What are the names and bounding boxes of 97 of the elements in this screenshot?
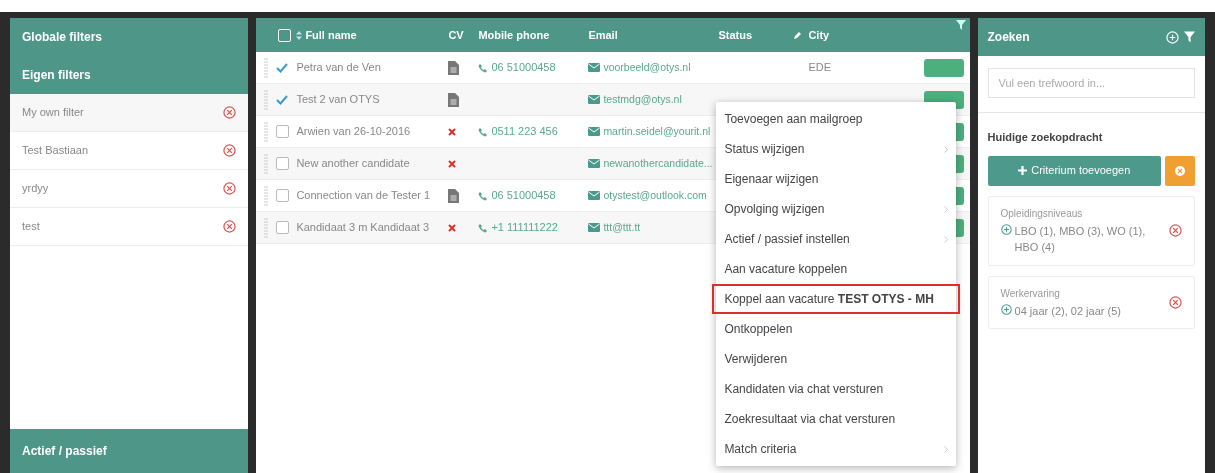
- status-tag[interactable]: [923, 58, 964, 77]
- menu-item[interactable]: Zoekresultaat via chat versturen: [716, 404, 957, 434]
- menu-item[interactable]: Match criteria: [716, 434, 957, 464]
- chevron-icon: [944, 235, 949, 243]
- criterion-value: 04 jaar (2), 02 jaar (5): [1014, 303, 1121, 319]
- menu-item[interactable]: Status wijzigen: [716, 134, 957, 164]
- filter-item[interactable]: My own filter: [22, 104, 84, 121]
- table-cell: New another candidate: [296, 157, 410, 170]
- chevron-icon: [944, 145, 949, 153]
- menu-item[interactable]: Aan vacature koppelen: [716, 254, 957, 284]
- column-header[interactable]: Email: [588, 28, 618, 41]
- add-criterion-button[interactable]: Criterium toevoegen: [987, 155, 1161, 186]
- checkmark-icon[interactable]: [276, 62, 289, 73]
- remove-icon[interactable]: [223, 182, 237, 195]
- criterion-label: Werkervaring: [1000, 286, 1061, 301]
- plus-icon: [1018, 166, 1028, 175]
- chevron-icon: [944, 445, 949, 453]
- row-checkbox[interactable]: [276, 189, 290, 202]
- column-header[interactable]: CV: [448, 28, 464, 41]
- menu-item[interactable]: Ontkoppelen: [716, 314, 957, 344]
- document-icon[interactable]: [448, 60, 460, 75]
- clear-button[interactable]: [1165, 155, 1195, 186]
- plus-circle-icon: [1000, 223, 1012, 235]
- drag-handle-icon[interactable]: [264, 121, 269, 142]
- column-header[interactable]: Mobile phone: [478, 28, 550, 41]
- menu-item[interactable]: Eigenaar wijzigen: [716, 164, 957, 194]
- filter-icon[interactable]: [1184, 31, 1195, 43]
- menu-item[interactable]: Kandidaten via chat versturen: [716, 374, 957, 404]
- cross-icon: [448, 127, 457, 136]
- remove-icon[interactable]: [1169, 224, 1182, 237]
- table-cell-text: newanothercandidate...: [603, 155, 713, 171]
- remove-icon[interactable]: [223, 220, 237, 233]
- criterion-value: LBO (1), MBO (3), WO (1), HBO (4): [1014, 223, 1147, 255]
- table-cell: Test 2 van OTYS: [296, 93, 380, 106]
- panel-header[interactable]: Eigen filters: [10, 56, 249, 94]
- row-checkbox[interactable]: [276, 157, 290, 170]
- close-icon: [1175, 165, 1185, 176]
- phone-icon: [478, 126, 489, 137]
- sort-icon[interactable]: [296, 30, 303, 40]
- column-header[interactable]: Full name: [305, 26, 357, 44]
- remove-icon[interactable]: [223, 106, 237, 119]
- panel-header[interactable]: Globale filters: [10, 18, 249, 56]
- table-cell-text: 06 51000458: [491, 60, 556, 76]
- chevron-icon: [944, 205, 949, 213]
- envelope-icon: [588, 223, 601, 232]
- select-all-checkbox[interactable]: [278, 28, 292, 42]
- criterion-label: Opleidingsniveaus: [1000, 206, 1084, 221]
- filter-item[interactable]: test: [22, 218, 40, 235]
- cross-icon: [448, 223, 457, 232]
- table-cell: Arwien van 26-10-2016: [296, 125, 411, 138]
- phone-icon: [478, 222, 489, 233]
- table-cell-text: voorbeeld@otys.nl: [603, 59, 691, 75]
- remove-icon[interactable]: [1169, 295, 1182, 309]
- panel-footer[interactable]: Actief / passief: [10, 429, 249, 473]
- table-cell-text: 0511 223 456: [491, 124, 558, 140]
- row-checkbox[interactable]: [276, 221, 290, 234]
- document-icon[interactable]: [448, 92, 460, 107]
- filter-icon[interactable]: [955, 20, 966, 30]
- search-field[interactable]: Vul een trefwoord in...: [987, 68, 1195, 98]
- menu-item[interactable]: Toevoegen aan mailgroep: [716, 104, 957, 134]
- drag-handle-icon[interactable]: [264, 185, 269, 206]
- column-header[interactable]: City: [808, 28, 830, 41]
- cross-icon: [448, 159, 457, 168]
- envelope-icon: [588, 127, 601, 136]
- table-cell: EDE: [808, 61, 831, 74]
- table-cell-text: +1 111111222: [491, 220, 558, 236]
- drag-handle-icon[interactable]: [264, 57, 269, 78]
- phone-icon: [478, 62, 489, 73]
- envelope-icon: [588, 191, 601, 200]
- table-cell-text: 06 51000458: [491, 188, 556, 204]
- filter-item[interactable]: yrdyy: [22, 180, 49, 197]
- plus-circle-icon: [1166, 30, 1179, 44]
- table-cell-text: martin.seidel@yourit.nl: [603, 123, 711, 139]
- table-cell-text: testmdg@otys.nl: [603, 91, 682, 107]
- menu-item[interactable]: Opvolging wijzigen: [716, 194, 957, 224]
- filter-item[interactable]: Test Bastiaan: [22, 142, 89, 159]
- envelope-icon: [588, 95, 601, 104]
- menu-item[interactable]: Koppel aan vacature TEST OTYS - MH: [712, 284, 961, 314]
- plus-circle-icon: [1000, 303, 1012, 315]
- pencil-icon[interactable]: [793, 30, 803, 40]
- row-checkbox[interactable]: [276, 125, 290, 138]
- column-header[interactable]: Status: [718, 26, 752, 44]
- table-cell-text: ttt@ttt.tt: [603, 219, 641, 235]
- section-title: Huidige zoekopdracht: [987, 130, 1104, 145]
- checkmark-icon[interactable]: [276, 94, 289, 105]
- panel-title: Zoeken: [987, 29, 1030, 46]
- phone-icon: [478, 190, 489, 201]
- envelope-icon: [588, 63, 601, 72]
- document-icon[interactable]: [448, 188, 460, 203]
- table-cell-text: otystest@outlook.com: [603, 187, 707, 203]
- envelope-icon: [588, 159, 601, 168]
- menu-item[interactable]: Actief / passief instellen: [716, 224, 957, 254]
- menu-item[interactable]: Verwijderen: [716, 344, 957, 374]
- table-cell: Petra van de Ven: [296, 61, 381, 74]
- table-cell: Connection van de Tester 1: [296, 189, 431, 202]
- table-cell: Kandidaat 3 m Kandidaat 3: [296, 221, 430, 234]
- remove-icon[interactable]: [223, 144, 237, 157]
